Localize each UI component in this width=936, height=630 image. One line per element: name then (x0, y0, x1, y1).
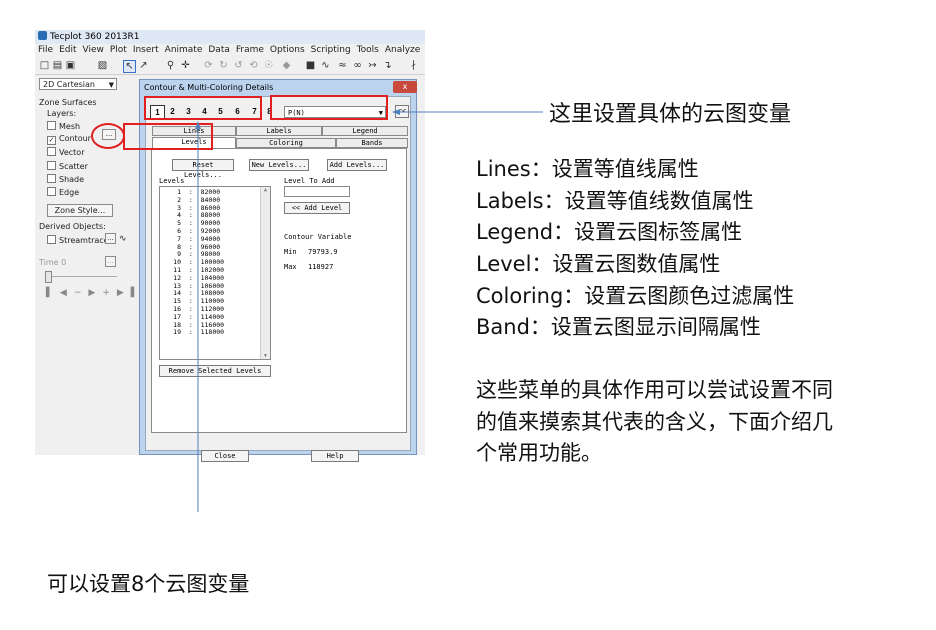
variable-note: 这里设置具体的云图变量 (549, 102, 792, 127)
note-coloring: Coloring：设置云图颜色过滤属性 (476, 284, 795, 308)
note-level: Level：设置云图数值属性 (476, 252, 721, 276)
note-lines: Lines：设置等值线属性 (476, 157, 699, 181)
groups-arrowhead (195, 121, 201, 129)
note-para-line3: 个常用功能。 (476, 441, 602, 465)
note-labels: Labels：设置等值线数值属性 (476, 189, 754, 213)
note-para-line2: 的值来摸索其代表的含义，下面介绍几 (476, 410, 833, 434)
note-legend: Legend：设置云图标签属性 (476, 220, 743, 244)
variable-arrowhead (392, 109, 400, 115)
bottom-note: 可以设置8个云图变量 (47, 572, 250, 596)
note-band: Band：设置云图显示间隔属性 (476, 315, 761, 339)
annotation-arrows (195, 109, 543, 512)
note-para-line1: 这些菜单的具体作用可以尝试设置不同 (476, 378, 833, 402)
